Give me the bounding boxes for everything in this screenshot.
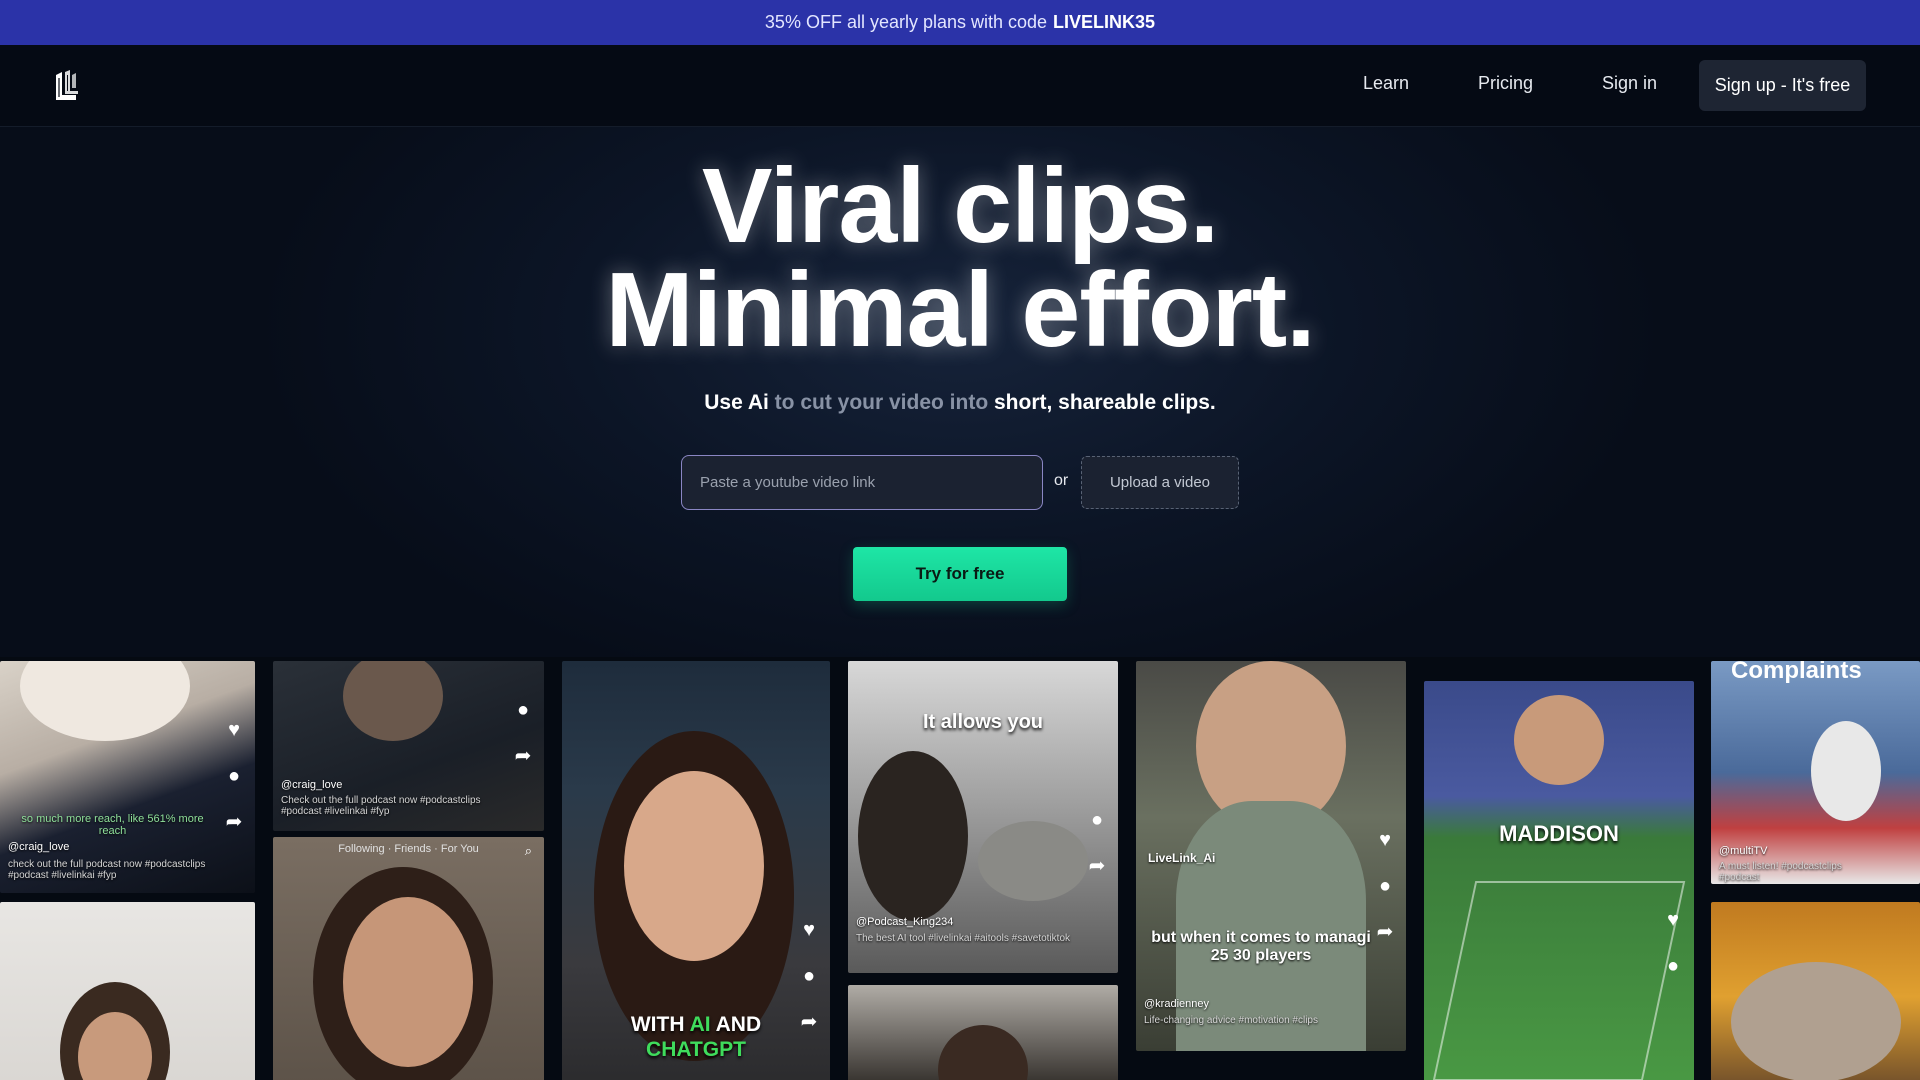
clip-thumbnail-face xyxy=(1514,695,1604,785)
top-navigation: Learn Pricing Sign in Sign up - It's fre… xyxy=(0,45,1920,127)
livelink-logo-icon[interactable] xyxy=(52,69,82,103)
comment-icon[interactable]: ● xyxy=(1086,810,1108,830)
clip-card[interactable]: ♥ ● ➦ so much more reach, like 561% more… xyxy=(0,661,255,893)
clips-gallery: ♥ ● ➦ so much more reach, like 561% more… xyxy=(0,657,1920,1080)
clip-thumbnail xyxy=(938,1025,1028,1080)
clip-description: Check out the full podcast now #podcastc… xyxy=(281,795,481,817)
clip-actions: ♥ ● ➦ xyxy=(223,720,247,859)
clip-feed-tabs: Following · Friends · For You xyxy=(338,843,479,855)
clip-username: @craig_love xyxy=(8,841,70,853)
nav-pricing-link[interactable]: Pricing xyxy=(1478,73,1533,94)
clip-card[interactable]: Complaints @multiTV A must listen! #podc… xyxy=(1711,661,1920,884)
clip-thumbnail xyxy=(1731,962,1901,1080)
headline-line-2: Minimal effort. xyxy=(605,251,1315,369)
clip-description: A must listen! #podcastclips #podcast xyxy=(1719,861,1842,883)
clip-caption: It allows you xyxy=(922,711,1044,733)
clip-actions: ♥ ● xyxy=(1662,910,1686,1003)
comment-icon[interactable]: ● xyxy=(223,766,245,786)
clip-caption-line-2: CHATGPT xyxy=(646,1038,746,1061)
clip-actions: ● ➦ xyxy=(1086,810,1110,903)
clip-username: @multiTV xyxy=(1719,845,1768,857)
heart-icon[interactable]: ♥ xyxy=(1662,910,1684,930)
share-icon[interactable]: ➦ xyxy=(223,812,245,832)
try-for-free-button[interactable]: Try for free xyxy=(853,547,1067,601)
subheadline-part-2: to cut your video into xyxy=(768,391,994,414)
clip-caption: but when it comes to managi 25 30 player… xyxy=(1151,929,1371,964)
comment-icon[interactable]: ● xyxy=(1662,956,1684,976)
comment-icon[interactable]: ● xyxy=(512,700,534,720)
clip-username: @kradienney xyxy=(1144,998,1209,1010)
clip-thumbnail-audience xyxy=(978,821,1088,901)
clip-thumbnail xyxy=(343,661,443,741)
clip-thumbnail xyxy=(20,661,190,741)
share-icon[interactable]: ➦ xyxy=(1086,856,1108,876)
headline-line-1: Viral clips. xyxy=(701,147,1219,265)
clip-username: @craig_love xyxy=(281,779,343,791)
clip-card[interactable]: LiveLink_Ai ♥ ● ➦ but when it comes to m… xyxy=(1136,661,1406,1051)
upload-video-button[interactable]: Upload a video xyxy=(1081,456,1239,509)
clip-card[interactable] xyxy=(1711,902,1920,1080)
clip-actions: ♥ ● ➦ xyxy=(1374,830,1398,969)
clip-caption: so much more reach, like 561% more reach xyxy=(21,813,204,837)
nav-learn-link[interactable]: Learn xyxy=(1363,73,1409,94)
clip-caption-word: WITH xyxy=(630,1013,685,1036)
clip-thumbnail xyxy=(858,751,968,921)
signup-button[interactable]: Sign up - It's free xyxy=(1699,60,1866,111)
promo-banner[interactable]: 35% OFF all yearly plans with code LIVEL… xyxy=(0,0,1920,45)
promo-text: 35% OFF all yearly plans with code xyxy=(764,12,1048,32)
clip-caption: Complaints xyxy=(1731,661,1862,684)
heart-icon[interactable]: ♥ xyxy=(798,920,820,940)
clip-thumbnail-face xyxy=(343,897,473,1067)
clip-actions: ● ➦ xyxy=(512,700,536,793)
clip-thumbnail-shirt xyxy=(1176,801,1366,1051)
clip-thumbnail xyxy=(1811,721,1881,821)
comment-icon[interactable]: ● xyxy=(1374,876,1396,896)
clip-card[interactable] xyxy=(848,985,1118,1080)
promo-code: LIVELINK35 xyxy=(1053,12,1156,32)
clip-card[interactable]: Following · Friends · For You ⌕ xyxy=(273,837,544,1080)
clip-thumbnail-face xyxy=(624,771,764,961)
clip-brand-label: LiveLink_Ai xyxy=(1148,851,1216,865)
subheadline-part-3: short, shareable clips. xyxy=(994,391,1216,414)
clip-description: The best AI tool #livelinkai #aitools #s… xyxy=(856,933,1071,944)
heart-icon[interactable]: ♥ xyxy=(1374,830,1396,850)
hero-subheadline: Use Ai to cut your video into short, sha… xyxy=(0,391,1920,415)
nav-signin-link[interactable]: Sign in xyxy=(1602,73,1657,94)
share-icon[interactable]: ➦ xyxy=(512,746,534,766)
or-label: or xyxy=(1054,472,1069,489)
share-icon[interactable]: ➦ xyxy=(1374,922,1396,942)
clip-card[interactable] xyxy=(0,902,255,1080)
clip-card[interactable]: It allows you ● ➦ @Podcast_King234 The b… xyxy=(848,661,1118,973)
clip-card[interactable]: ♥ ● ➦ WITH AI AND CHATGPT xyxy=(562,661,830,1080)
clip-description: check out the full podcast now #podcastc… xyxy=(8,859,206,881)
pitch-lines xyxy=(1432,881,1686,1080)
clip-caption: WITH AI AND xyxy=(562,1013,830,1037)
clip-card[interactable]: MADDISON ♥ ● xyxy=(1424,681,1694,1080)
clip-card[interactable]: ● ➦ @craig_love Check out the full podca… xyxy=(273,661,544,831)
subheadline-part-1: Use Ai xyxy=(704,391,769,414)
clip-caption-word: AND xyxy=(715,1013,762,1036)
clip-username: @Podcast_King234 xyxy=(856,916,954,928)
clip-caption: MADDISON xyxy=(1499,821,1619,846)
search-icon[interactable]: ⌕ xyxy=(525,843,532,859)
heart-icon[interactable]: ♥ xyxy=(223,720,245,740)
youtube-link-input[interactable] xyxy=(681,455,1043,510)
comment-icon[interactable]: ● xyxy=(798,966,820,986)
clip-description: Life-changing advice #motivation #clips xyxy=(1144,1015,1318,1026)
clip-caption-word: AI xyxy=(689,1013,711,1036)
